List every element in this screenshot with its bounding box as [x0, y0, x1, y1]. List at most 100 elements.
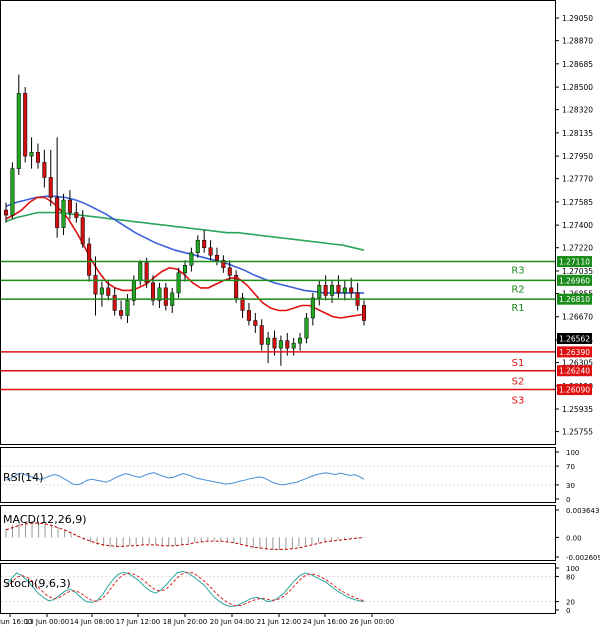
candle-body [234, 275, 239, 299]
level-price-label: 1.26240 [559, 367, 590, 376]
x-tick-label: 18 Jun 20:00 [163, 618, 207, 626]
x-axis: 12 Jun 16:0013 Jun 00:0014 Jun 08:0017 J… [0, 613, 394, 626]
rsi-panel: 100 70 30 0 RSI(14) [0, 447, 579, 504]
candle-body [99, 287, 104, 295]
y-tick-label: 1.28870 [562, 37, 593, 46]
macd-y-axis: 0.003643 0.00 -0.002609 [555, 507, 600, 562]
y-tick-label: 1.27035 [562, 267, 593, 276]
candle-body [93, 275, 98, 295]
y-tick-label: 1.27950 [562, 152, 593, 161]
y-tick-label: 1.27400 [562, 221, 593, 230]
stoch-panel: 10080 200 Stoch(9,6,3) [0, 563, 579, 615]
candle-body [246, 310, 251, 321]
x-tick-label: 26 Jun 00:00 [350, 618, 394, 626]
y-tick-label: 1.25935 [562, 405, 593, 414]
candle-body [336, 285, 341, 294]
candle-body [55, 197, 60, 228]
stoch-title: Stoch(9,6,3) [3, 577, 71, 590]
level-name-s1: S1 [512, 358, 525, 369]
y-tick-label: 1.28135 [562, 129, 593, 138]
level-name-s2: S2 [512, 377, 525, 388]
sub-y-tick-label: -0.002609 [566, 554, 600, 562]
sub-y-tick-label: 0.00 [566, 534, 582, 542]
candle-body [138, 262, 143, 281]
sub-y-tick-label: 0 [566, 607, 570, 615]
candle-body [330, 285, 335, 296]
candle-body [227, 267, 232, 276]
rsi-title: RSI(14) [3, 471, 43, 484]
x-tick-label: 20 Jun 04:00 [210, 618, 254, 626]
candle-body [278, 340, 283, 349]
sub-y-tick-label: 0.003643 [566, 507, 599, 515]
candle-body [23, 93, 28, 157]
candle-body [74, 212, 79, 218]
candle-body [112, 295, 117, 311]
candle-body [67, 199, 72, 213]
level-price-label: 1.27110 [559, 258, 590, 267]
main-price-panel: 1.29050 1.28870 1.28685 1.28500 1.28320 1.281… [0, 0, 593, 445]
candle-body [42, 162, 47, 178]
sub-y-tick-label: 70 [566, 463, 575, 471]
y-tick-label: 1.28500 [562, 83, 593, 92]
candle-body [29, 152, 34, 157]
level-price-label: 1.26960 [559, 276, 590, 285]
macd-title: MACD(12,26,9) [3, 513, 87, 526]
candle-body [349, 287, 354, 294]
candle-body [176, 272, 181, 294]
y-tick-label: 1.27585 [562, 198, 593, 207]
current-price-marker: 1.26562 [557, 333, 592, 344]
candle-body [125, 300, 130, 316]
candle-body [61, 199, 66, 228]
candle-body [317, 285, 322, 299]
candle-body [208, 247, 213, 256]
level-price-label: 1.26090 [559, 386, 590, 395]
y-tick-label: 1.26670 [562, 313, 593, 322]
y-tick-label: 1.27220 [562, 244, 593, 253]
candle-body [361, 305, 367, 321]
sub-y-tick-label: 100 [566, 565, 579, 573]
candle-body [214, 254, 219, 261]
candle-body [3, 209, 9, 216]
candle-body [106, 287, 111, 296]
x-tick-label: 24 Jun 16:00 [303, 618, 347, 626]
candle-body [35, 152, 40, 163]
macd-panel: 0.003643 0.00 -0.002609 MACD(12,26,9) [0, 505, 600, 562]
level-name-r2: R2 [511, 284, 524, 295]
x-tick-label: 13 Jun 00:00 [25, 618, 69, 626]
y-tick-label: 1.27770 [562, 175, 593, 184]
candle-body [80, 217, 85, 245]
sub-y-tick-label: 0 [566, 496, 570, 504]
y-tick-label: 1.28685 [562, 60, 593, 69]
level-price-label: 1.26810 [559, 295, 590, 304]
candle-body [285, 340, 290, 349]
candle-body [202, 239, 207, 248]
level-price-label: 1.26390 [559, 348, 590, 357]
rsi-panel-frame [0, 447, 556, 503]
x-tick-label: 21 Jun 12:00 [257, 618, 301, 626]
sub-y-tick-label: 30 [566, 482, 575, 490]
y-tick-label: 1.28320 [562, 106, 593, 115]
sub-y-tick-label: 100 [566, 449, 579, 457]
x-tick-label: 17 Jun 12:00 [116, 618, 160, 626]
candle-body [10, 168, 15, 216]
candle-body [310, 297, 315, 319]
candle-body [304, 317, 309, 339]
level-name-s3: S3 [512, 396, 525, 407]
y-tick-label: 1.29050 [562, 14, 593, 23]
x-tick-label: 14 Jun 08:00 [70, 618, 114, 626]
candle-body [131, 280, 136, 301]
stoch-panel-frame [0, 563, 556, 614]
level-name-r1: R1 [511, 303, 524, 314]
sub-y-tick-label: 20 [566, 599, 575, 607]
candle-body [119, 310, 124, 316]
current-price-label: 1.26562 [559, 335, 590, 344]
candle-body [48, 177, 53, 198]
candle-body [182, 265, 188, 274]
candle-body [163, 287, 168, 306]
candle-body [189, 252, 194, 266]
level-name-r3: R3 [511, 266, 524, 277]
candle-body [291, 342, 296, 349]
candle-body [195, 239, 200, 253]
candle-body [253, 320, 258, 326]
candle-body [272, 337, 277, 349]
